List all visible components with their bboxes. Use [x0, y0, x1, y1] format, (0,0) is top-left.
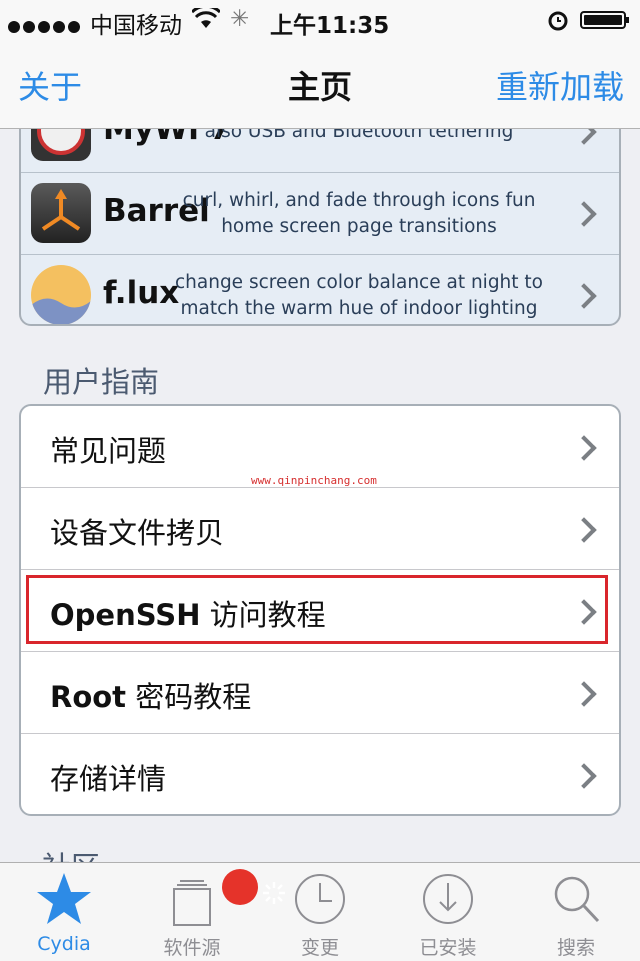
guide-item-root-password[interactable]: Root 密码教程 [21, 652, 619, 734]
tab-label: 软件源 [163, 937, 221, 959]
package-description: change screen color balance at night to … [174, 272, 543, 319]
navigation-bar: 关于 主页 重新加载 [0, 40, 640, 129]
guide-item-faq[interactable]: 常见问题 www.qinpinchang.com [21, 406, 619, 488]
chevron-right-icon [571, 681, 597, 707]
status-bar: 中国移动 ✳ 上午11:35 [0, 0, 640, 40]
guide-item-label: OpenSSH 访问教程 [50, 598, 326, 632]
tab-label: 变更 [300, 937, 339, 959]
guide-item-file-copy[interactable]: 设备文件拷贝 [21, 488, 619, 570]
chevron-right-icon [571, 517, 597, 543]
tab-cydia[interactable]: Cydia [0, 863, 128, 961]
package-row-mywi[interactable]: MyWi 7 also USB and Bluetooth tethering [21, 129, 619, 173]
signal-strength-icon [8, 13, 83, 39]
chevron-right-icon [571, 201, 597, 227]
guide-item-openssh[interactable]: OpenSSH 访问教程 [21, 570, 619, 652]
watermark-text: www.qinpinchang.com [251, 474, 377, 487]
featured-packages-list: MyWi 7 also USB and Bluetooth tethering … [19, 129, 621, 326]
carrier-name: 中国移动 [90, 13, 182, 39]
tab-changes[interactable]: 变更 [256, 863, 384, 961]
clock-icon [295, 874, 345, 924]
activity-spinner-icon: ✳ [230, 6, 250, 32]
tab-label: 搜索 [556, 937, 595, 959]
package-name: f.lux [103, 275, 180, 311]
reload-button[interactable]: 重新加载 [496, 62, 624, 108]
status-time: 上午11:35 [270, 13, 390, 39]
tab-sources[interactable]: 软件源 [128, 863, 285, 961]
download-icon [423, 874, 473, 924]
flux-app-icon [31, 265, 91, 324]
section-header-community: 社区 [42, 844, 100, 862]
chevron-right-icon [571, 435, 597, 461]
guide-item-label: 存储详情 [50, 762, 167, 796]
package-description: curl, whirl, and fade through icons fun … [182, 190, 536, 237]
guide-item-label: 设备文件拷贝 [50, 516, 225, 550]
alarm-icon [547, 9, 569, 37]
main-content[interactable]: MyWi 7 also USB and Bluetooth tethering … [0, 129, 640, 862]
battery-icon [580, 11, 629, 29]
package-row-flux[interactable]: f.lux change screen color balance at nig… [21, 255, 619, 324]
guide-item-label: Root 密码教程 [50, 680, 252, 714]
tab-label: 已安装 [419, 937, 477, 959]
chevron-right-icon [571, 283, 597, 309]
chevron-right-icon [571, 129, 597, 145]
mywi-app-icon [31, 129, 91, 161]
tab-search[interactable]: 搜索 [512, 863, 640, 961]
guide-item-label: 常见问题 [50, 434, 167, 468]
package-row-barrel[interactable]: Barrel curl, whirl, and fade through ico… [21, 173, 619, 255]
wifi-icon [190, 4, 222, 36]
package-description: also USB and Bluetooth tethering [204, 129, 514, 142]
barrel-app-icon [31, 183, 91, 243]
tab-installed[interactable]: 已安装 [384, 863, 512, 961]
user-guide-list: 常见问题 www.qinpinchang.com 设备文件拷贝 OpenSSH … [19, 404, 621, 816]
chevron-right-icon [571, 763, 597, 789]
guide-item-storage[interactable]: 存储详情 [21, 734, 619, 814]
sources-icon [173, 880, 211, 926]
badge-spinner-icon [222, 869, 285, 905]
tab-bar: Cydia 软件源 变更 已安装 搜索 [0, 862, 640, 961]
section-header-user-guide: 用户指南 [43, 365, 160, 399]
tab-label: Cydia [37, 933, 91, 955]
star-icon [37, 873, 91, 924]
search-icon [554, 876, 600, 923]
